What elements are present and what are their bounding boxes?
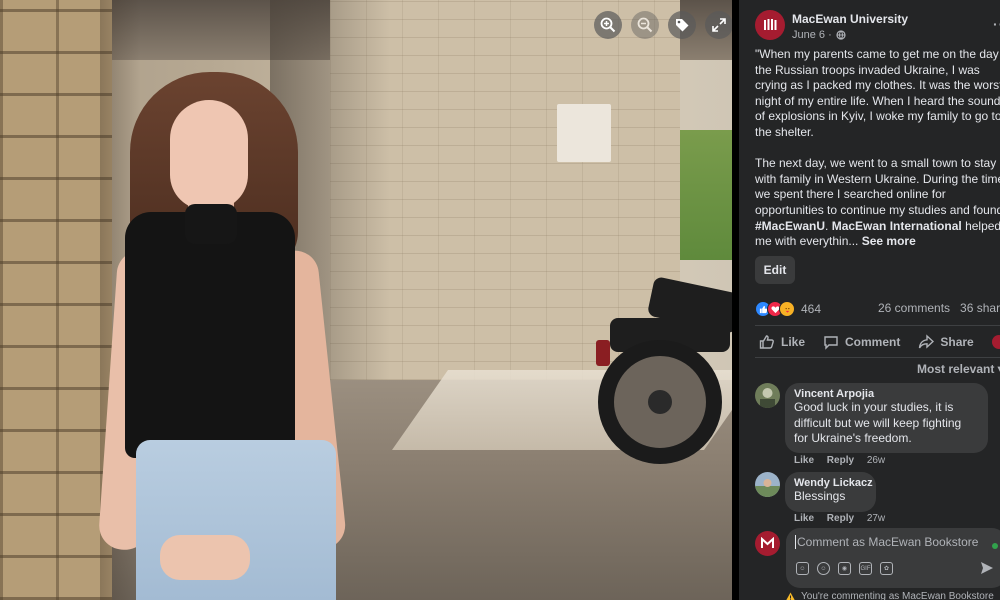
comment-meta: Like Reply 26w	[794, 455, 895, 466]
gif-icon[interactable]: GIF	[859, 562, 872, 575]
avatar-sticker-icon[interactable]: ☺	[796, 562, 809, 575]
comment-author[interactable]: Vincent Arpojia	[794, 388, 979, 400]
zoom-in-icon	[600, 17, 616, 33]
see-more-link[interactable]: See more	[862, 234, 916, 248]
reaction-count[interactable]: 464	[801, 302, 821, 316]
comment-reply-link[interactable]: Reply	[827, 455, 854, 466]
hashtag-link[interactable]: #MacEwanU	[755, 219, 825, 233]
commenter-avatar[interactable]	[755, 472, 780, 497]
reaction-summary[interactable]: 464	[755, 299, 821, 319]
tag-button[interactable]	[668, 11, 696, 39]
care-reaction-icon	[779, 301, 795, 317]
comment-like-link[interactable]: Like	[794, 513, 814, 524]
divider	[755, 357, 1000, 358]
page-avatar[interactable]	[755, 10, 785, 40]
send-icon[interactable]	[980, 561, 994, 575]
edit-button[interactable]: Edit	[755, 256, 795, 284]
zoom-out-button[interactable]	[631, 11, 659, 39]
tag-icon	[676, 19, 689, 32]
camera-icon[interactable]: ◉	[838, 562, 851, 575]
online-status-dot	[992, 543, 998, 549]
post-text: "When my parents came to get me on the d…	[755, 47, 1000, 249]
comment-sort-dropdown[interactable]: Most relevant ▾	[917, 362, 1000, 376]
comment-timestamp[interactable]: 26w	[867, 455, 885, 466]
comment-author[interactable]: Wendy Lickacz	[794, 477, 873, 489]
profile-switcher-avatar[interactable]	[991, 335, 1000, 349]
share-icon	[919, 334, 935, 349]
like-button[interactable]: Like	[759, 334, 805, 350]
warning-icon	[786, 592, 795, 600]
comment-button[interactable]: Comment	[823, 334, 900, 350]
expand-icon	[712, 18, 726, 32]
macewan-bookstore-logo-icon	[761, 537, 774, 548]
zoom-out-icon	[637, 17, 653, 33]
sticker-icon[interactable]: ✿	[880, 562, 893, 575]
comment-reply-link[interactable]: Reply	[827, 513, 854, 524]
commenting-as-notice: You're commenting as MacEwan Bookstore	[785, 591, 994, 600]
engagement-stats: 26 comments 36 shares	[878, 301, 1000, 315]
shares-count[interactable]: 36 shares	[960, 301, 1000, 315]
zoom-in-button[interactable]	[594, 11, 622, 39]
post-actions: Like Comment Share	[759, 331, 1000, 353]
brick-pillar	[0, 0, 112, 600]
divider	[755, 325, 1000, 326]
thumbs-up-icon	[759, 335, 774, 349]
post-sidebar: MacEwan University June 6 · ··· "When my…	[739, 0, 1000, 600]
comment-meta: Like Reply 27w	[794, 513, 895, 524]
composer-tools: ☺ ☺ ◉ GIF ✿	[796, 562, 893, 575]
wall-sign	[557, 104, 611, 162]
comment-bubble: Vincent Arpojia Good luck in your studie…	[785, 383, 988, 453]
macewan-logo-icon	[764, 19, 777, 30]
post-header: MacEwan University June 6 · ···	[755, 10, 1000, 46]
post-date[interactable]: June 6 ·	[792, 29, 846, 41]
comment-bubble: Wendy Lickacz Blessings	[785, 472, 876, 512]
more-options-button[interactable]: ···	[993, 16, 1000, 32]
comment-timestamp[interactable]: 27w	[867, 513, 885, 524]
comment-like-link[interactable]: Like	[794, 455, 814, 466]
comments-count[interactable]: 26 comments	[878, 301, 950, 315]
share-button[interactable]: Share	[918, 334, 974, 350]
emoji-icon[interactable]: ☺	[817, 562, 830, 575]
post-photo	[0, 0, 732, 600]
fullscreen-button[interactable]	[705, 11, 732, 39]
globe-icon	[836, 30, 846, 40]
commenter-avatar[interactable]	[755, 383, 780, 408]
comment-composer[interactable]: Comment as MacEwan Bookstore ☺ ☺ ◉ GIF ✿	[786, 528, 1000, 588]
composer-avatar[interactable]	[755, 531, 780, 556]
comment-input[interactable]: Comment as MacEwan Bookstore	[795, 535, 978, 549]
comment-icon	[824, 336, 838, 350]
mention-link[interactable]: MacEwan International	[832, 219, 962, 233]
greenery	[680, 130, 732, 260]
page-name[interactable]: MacEwan University	[792, 12, 908, 26]
